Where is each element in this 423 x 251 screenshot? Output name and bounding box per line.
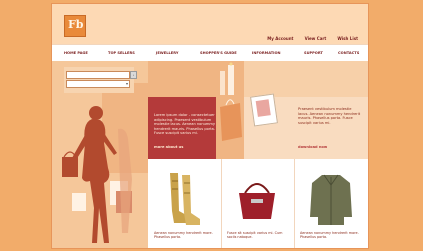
link-wish-list[interactable]: Wish List [337, 36, 358, 41]
category-select[interactable]: ▾ [66, 80, 130, 88]
link-my-account[interactable]: My Account [267, 36, 293, 41]
header: Fb My Account View Cart Wish List [52, 4, 368, 44]
nav-jewellery[interactable]: JEWELLERY [156, 51, 178, 55]
link-view-cart[interactable]: View Cart [305, 36, 327, 41]
shopper-silhouette-image [52, 83, 148, 248]
promo-about: Lorem ipsum dolor - consectetuer adipisc… [148, 97, 244, 159]
nav-information[interactable]: INFORMATION [252, 51, 281, 55]
handbag-image[interactable] [221, 167, 294, 229]
catalog-book-image [250, 93, 278, 127]
boots-image[interactable] [148, 167, 221, 229]
product-list: Aenean nonummy hendrerit more. Phasellus… [148, 159, 368, 248]
jacket-image[interactable] [294, 167, 368, 229]
search-box: › ▾ [64, 67, 137, 93]
product-card[interactable]: Aenean nonummy hendrerit more. Phasellus… [294, 159, 368, 248]
hero-left: › ▾ [52, 61, 148, 248]
nav-contacts[interactable]: CONTACTS [338, 51, 359, 55]
hero-banner-top [148, 61, 244, 97]
promo-download-text: Praesent vestibulum molestie lacus. Aene… [298, 107, 361, 125]
product-desc: Fusce sit suscipit varius mi. Cum sociis… [227, 231, 283, 240]
chevron-down-icon: ▾ [125, 81, 128, 86]
nav-shoppers-guide[interactable]: SHOPPER'S GUIDE [200, 51, 237, 55]
product-card[interactable]: Fusce sit suscipit varius mi. Cum sociis… [221, 159, 295, 248]
promo-about-text: Lorem ipsum dolor - consectetuer adipisc… [154, 113, 216, 136]
catalog-cover [255, 99, 271, 117]
page-container: Fb My Account View Cart Wish List HOME P… [52, 4, 368, 248]
logo-text: Fb [68, 18, 84, 31]
nav-home-page[interactable]: HOME PAGE [64, 51, 88, 55]
candles-image [220, 62, 234, 95]
logo[interactable]: Fb [64, 15, 86, 37]
product-card[interactable]: Aenean nonummy hendrerit more. Phasellus… [148, 159, 222, 248]
search-go-button[interactable]: › [130, 71, 137, 79]
download-now-link[interactable]: download now [298, 145, 327, 149]
more-about-us-link[interactable]: more about us [154, 145, 183, 149]
hero-banner-top-right [244, 61, 368, 97]
product-desc: Aenean nonummy hendrerit more. Phasellus… [154, 231, 213, 240]
nav-top-sellers[interactable]: TOP SELLERS [108, 51, 135, 55]
search-input[interactable] [66, 71, 130, 79]
product-desc: Aenean nonummy hendrerit more. Phasellus… [300, 231, 359, 240]
nav-support[interactable]: SUPPORT [304, 51, 323, 55]
top-links: My Account View Cart Wish List [261, 25, 358, 44]
promo-download: Praesent vestibulum molestie lacus. Aene… [244, 93, 368, 159]
